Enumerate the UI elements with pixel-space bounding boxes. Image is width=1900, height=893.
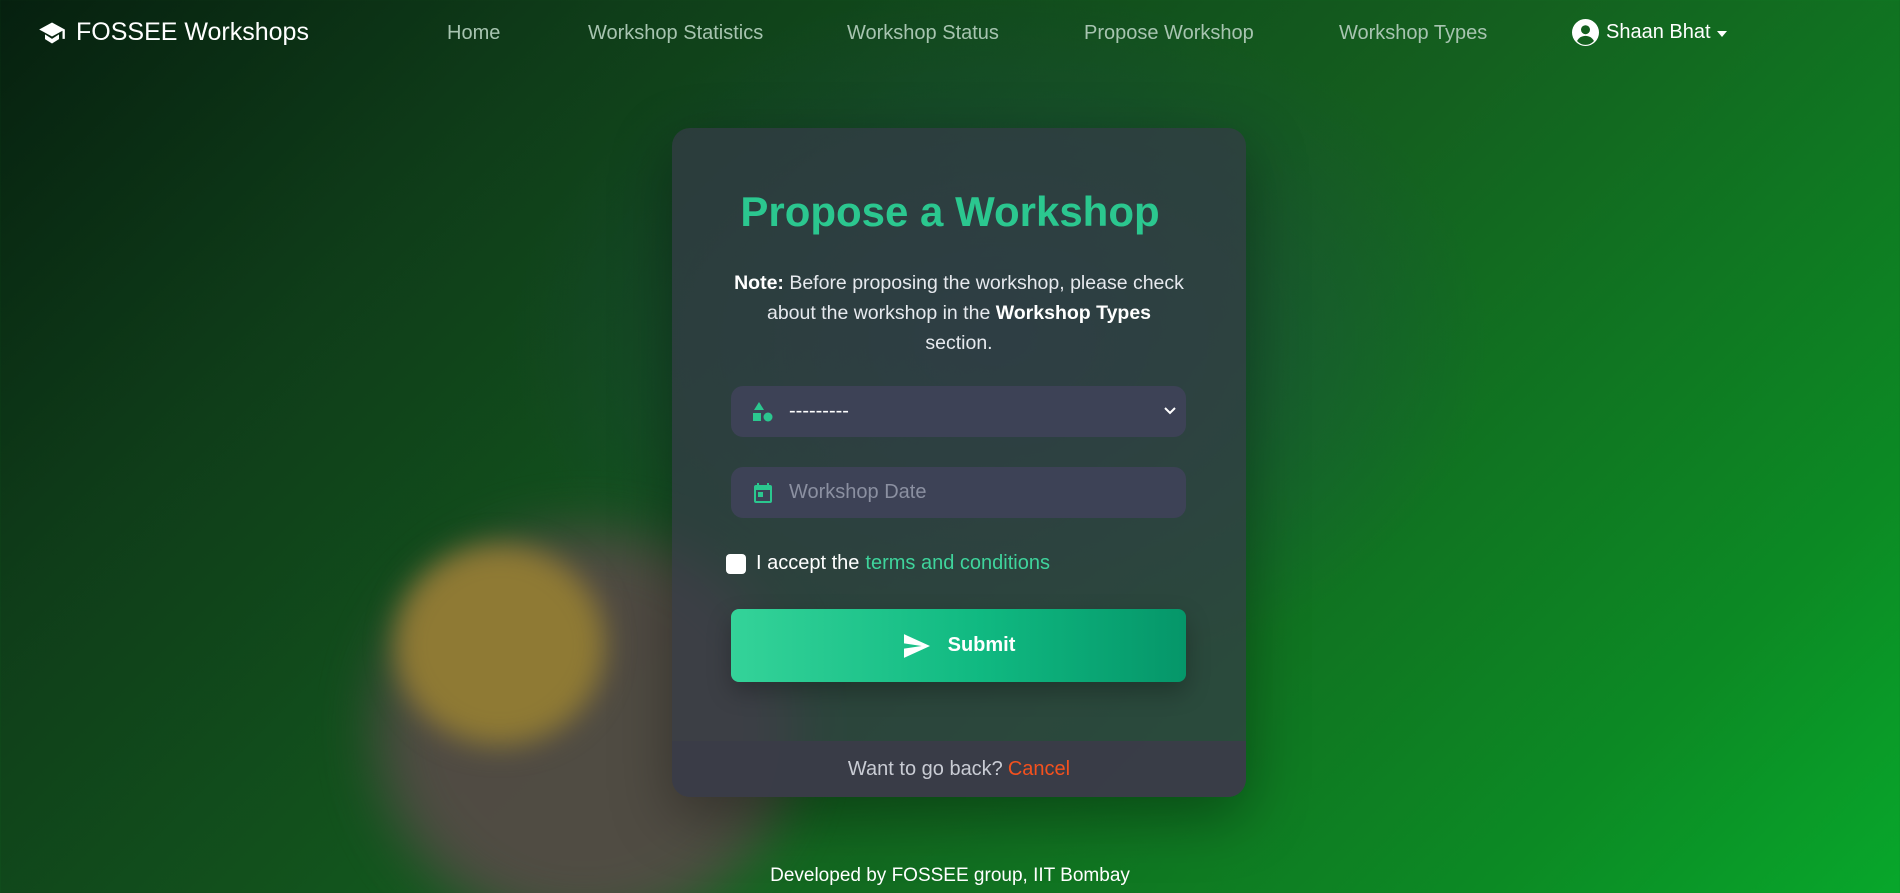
nav-link-workshop-statistics[interactable]: Workshop Statistics [588,22,763,45]
cancel-link[interactable]: Cancel [1008,758,1070,780]
note-body-2: section. [925,332,993,354]
page-title: Propose a Workshop [740,188,1160,235]
chevron-down-icon [1162,402,1178,418]
user-menu[interactable]: Shaan Bhat [1572,19,1727,46]
user-name: Shaan Bhat [1606,21,1711,43]
graduation-cap-icon [38,19,66,47]
terms-prefix: I accept the [756,552,860,574]
terms-link[interactable]: terms and conditions [865,552,1050,575]
nav-link-home[interactable]: Home [447,22,500,45]
nav-link-workshop-status[interactable]: Workshop Status [847,22,999,45]
submit-button[interactable]: Submit [731,609,1186,682]
note-text: Note: Before proposing the workshop, ple… [722,268,1196,358]
workshop-type-select[interactable]: --------- [731,386,1186,437]
workshop-date-input[interactable] [789,481,1149,504]
note-label: Note: [734,272,784,294]
submit-label: Submit [947,634,1016,656]
send-icon [902,633,932,659]
note-emphasis: Workshop Types [995,302,1152,324]
user-circle-icon [1572,19,1599,46]
page-footer: Developed by FOSSEE group, IIT Bombay [770,865,1130,886]
terms-checkbox[interactable] [726,553,746,574]
workshop-type-value: --------- [789,400,849,422]
background-blob-yellow [395,545,605,745]
shapes-icon [751,400,775,424]
workshop-date-field[interactable] [731,467,1186,518]
nav-link-workshop-types[interactable]: Workshop Types [1339,22,1487,45]
terms-row: I accept the terms and conditions [726,552,1050,575]
navbar: FOSSEE Workshops Home Workshop Statistic… [0,0,1900,68]
card-footer: Want to go back? Cancel [672,741,1246,797]
brand-label: FOSSEE Workshops [76,18,309,46]
brand-link[interactable]: FOSSEE Workshops [38,18,309,47]
calendar-icon [751,481,775,505]
caret-down-icon [1716,30,1727,37]
nav-link-propose-workshop[interactable]: Propose Workshop [1084,22,1254,45]
go-back-text: Want to go back? [847,758,1003,780]
